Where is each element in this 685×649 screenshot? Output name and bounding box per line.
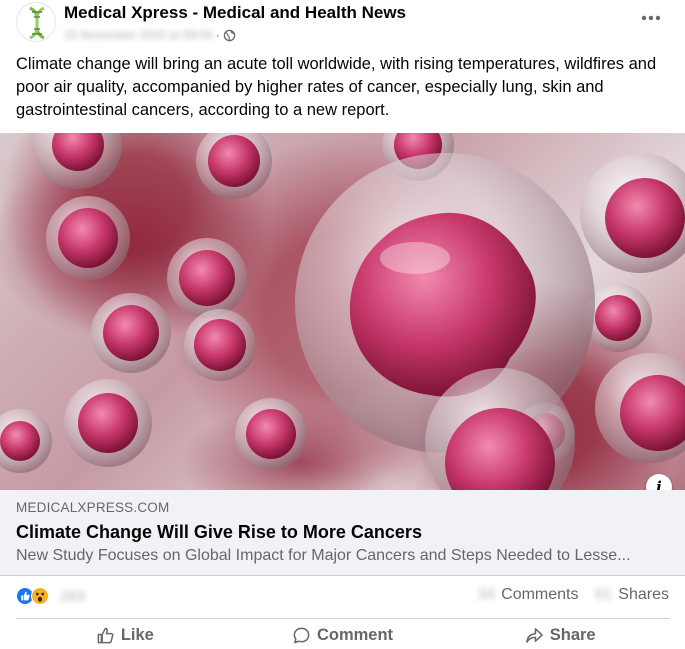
- thumbs-up-icon: [97, 627, 114, 644]
- post-timestamp[interactable]: 15 November 2020 at 09:00: [64, 28, 213, 42]
- link-preview-card[interactable]: MEDICALXPRESS.COM Climate Change Will Gi…: [0, 490, 685, 576]
- comment-share-counts: 34 Comments 91 Shares: [477, 586, 669, 604]
- comments-count[interactable]: 34: [477, 586, 495, 604]
- share-button[interactable]: Share: [451, 622, 669, 649]
- dna-logo-icon: [29, 6, 45, 40]
- post-caption: Climate change will bring an acute toll …: [16, 55, 657, 119]
- cancer-cells-illustration: [0, 133, 685, 490]
- comment-label: Comment: [316, 626, 394, 644]
- comment-button[interactable]: Comment: [234, 622, 452, 649]
- post-meta: 15 November 2020 at 09:00 ·: [64, 27, 236, 43]
- info-icon: i: [656, 478, 662, 490]
- globe-icon: [223, 29, 236, 41]
- post-header: Medical Xpress - Medical and Health News…: [0, 0, 685, 50]
- like-label: Like: [120, 626, 154, 644]
- post-image[interactable]: i: [0, 133, 685, 490]
- meta-separator: ·: [215, 28, 220, 42]
- engagement-summary: 263 34 Comments 91 Shares: [16, 584, 669, 610]
- like-button[interactable]: Like: [16, 622, 234, 649]
- link-domain: MEDICALXPRESS.COM: [16, 500, 170, 515]
- page-name-link[interactable]: Medical Xpress - Medical and Health News: [64, 3, 406, 23]
- wow-reaction-icon: [31, 587, 49, 605]
- comments-label[interactable]: Comments: [501, 586, 578, 604]
- share-label: Share: [549, 626, 596, 644]
- shares-label[interactable]: Shares: [618, 586, 669, 604]
- reaction-count[interactable]: 263: [60, 588, 85, 605]
- facebook-post: Medical Xpress - Medical and Health News…: [0, 0, 685, 649]
- comment-bubble-icon: [293, 627, 310, 644]
- reaction-icons[interactable]: [16, 587, 49, 607]
- actions-divider: [16, 618, 669, 619]
- page-avatar[interactable]: [16, 2, 56, 42]
- link-title[interactable]: Climate Change Will Give Rise to More Ca…: [16, 522, 422, 543]
- post-actions: Like Comment Share: [16, 622, 669, 649]
- share-arrow-icon: [525, 628, 543, 643]
- link-description: New Study Focuses on Global Impact for M…: [16, 547, 631, 564]
- shares-count[interactable]: 91: [595, 586, 613, 604]
- more-options-button[interactable]: [633, 6, 669, 30]
- more-options-icon: [641, 15, 661, 21]
